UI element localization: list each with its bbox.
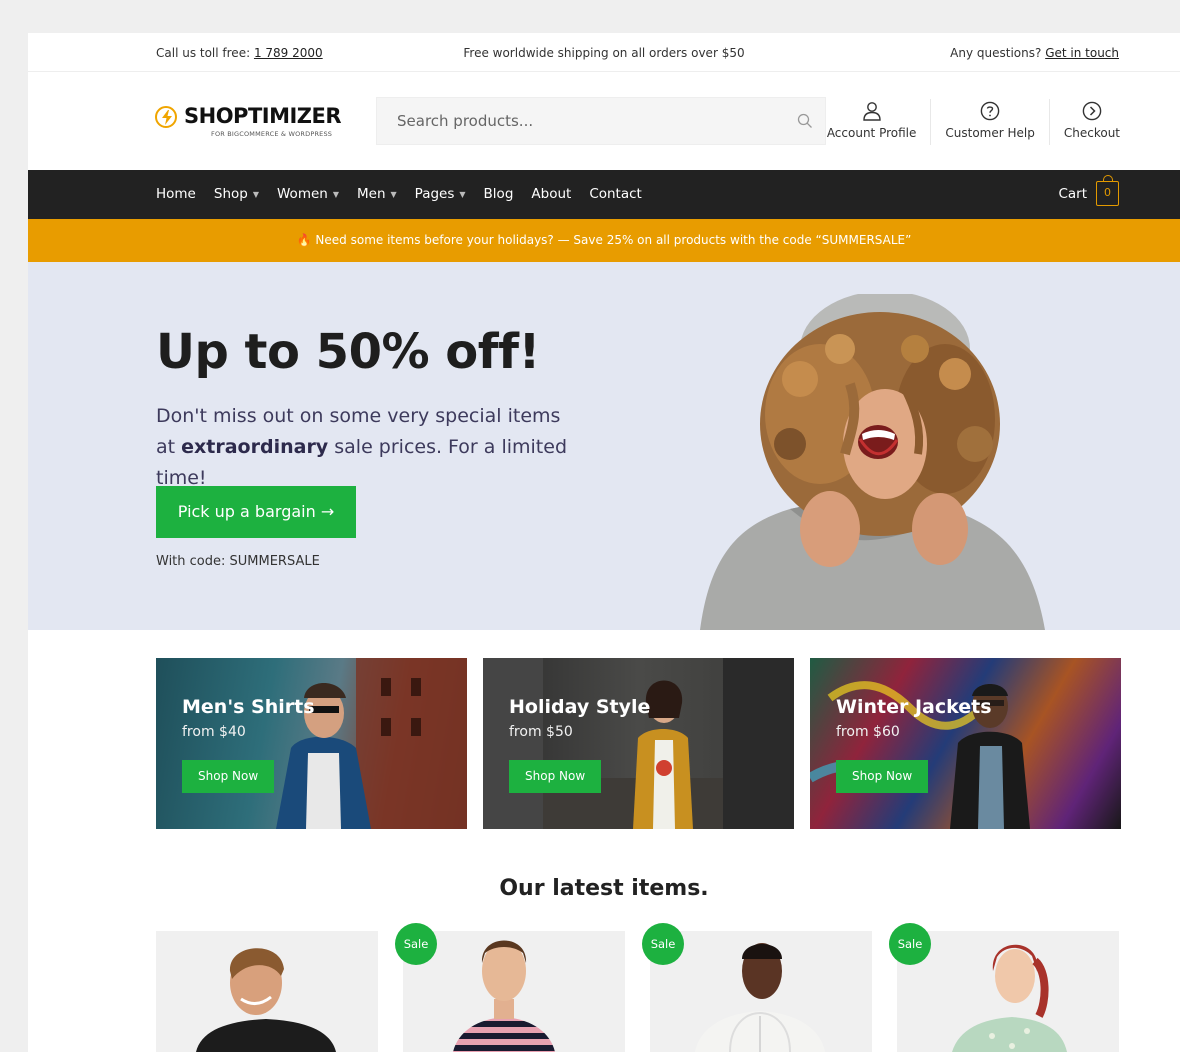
shop-now-button[interactable]: Shop Now xyxy=(509,760,602,793)
customer-help-link[interactable]: Customer Help xyxy=(930,99,1048,145)
chevron-down-icon: ▼ xyxy=(459,189,466,199)
main-nav: Home Shop ▼ Women ▼ Men ▼ Pages ▼ Blog About… xyxy=(28,170,1180,219)
hero-model-image xyxy=(700,294,1045,630)
chevron-down-icon: ▼ xyxy=(332,189,339,199)
nav-label: Blog xyxy=(483,186,514,202)
promo-banner: 🔥 Need some items before your holidays? … xyxy=(28,219,1180,262)
promo-code-text: With code: SUMMERSALE xyxy=(156,554,320,569)
category-cards: Men's Shirts from $40 Shop Now Holiday S… xyxy=(156,658,1121,829)
card-price: from $50 xyxy=(509,724,573,740)
hero-description: Don't miss out on some very special item… xyxy=(156,401,576,494)
nav-label: Home xyxy=(156,186,196,202)
logo-name: SHOPTIMIZER xyxy=(184,104,342,128)
account-profile-link[interactable]: Account Profile xyxy=(813,99,931,145)
shop-now-button[interactable]: Shop Now xyxy=(836,760,929,793)
search-icon[interactable] xyxy=(797,113,813,133)
product-image xyxy=(196,948,336,1052)
cart-label: Cart xyxy=(1058,185,1087,202)
questions: Any questions? Get in touch xyxy=(950,46,1119,60)
checkout-label: Checkout xyxy=(1063,126,1120,140)
nav-label: Women xyxy=(277,186,328,202)
nav-label: About xyxy=(531,186,572,202)
card-title: Winter Jackets xyxy=(836,696,992,718)
product-card[interactable]: Sale xyxy=(395,923,625,1052)
card-price: from $40 xyxy=(182,724,246,740)
nav-item-blog[interactable]: Blog xyxy=(484,186,514,202)
chevron-down-icon: ▼ xyxy=(252,189,259,199)
top-bar: Call us toll free: 1 789 2000 Free world… xyxy=(28,33,1180,72)
logo[interactable]: SHOPTIMIZER FOR BIGCOMMERCE & WORDPRESS xyxy=(155,104,342,139)
nav-item-men[interactable]: Men ▼ xyxy=(357,186,397,202)
cart-button[interactable]: Cart 0 xyxy=(1058,175,1119,206)
category-card-winter-jackets[interactable]: Winter Jackets from $60 Shop Now xyxy=(810,658,1121,829)
site-header: SHOPTIMIZER FOR BIGCOMMERCE & WORDPRESS … xyxy=(28,72,1180,170)
winter-jackets-photo xyxy=(810,658,1121,829)
nav-label: Shop xyxy=(213,186,248,202)
pick-up-bargain-button[interactable]: Pick up a bargain → xyxy=(156,486,356,538)
product-card[interactable]: Sale xyxy=(642,923,872,1052)
search-input[interactable] xyxy=(377,98,777,144)
cart-count: 0 xyxy=(1104,186,1111,199)
nav-item-pages[interactable]: Pages ▼ xyxy=(415,186,466,202)
sale-badge: Sale xyxy=(642,923,684,965)
card-title: Holiday Style xyxy=(509,696,651,718)
sale-badge: Sale xyxy=(395,923,437,965)
bolt-icon xyxy=(155,106,177,128)
customer-help-label: Customer Help xyxy=(945,126,1035,140)
nav-item-women[interactable]: Women ▼ xyxy=(277,186,339,202)
product-card[interactable]: Sale xyxy=(889,923,1119,1052)
card-price: from $60 xyxy=(836,724,900,740)
latest-items-heading: Our latest items. xyxy=(499,876,709,901)
user-icon xyxy=(862,102,881,121)
nav-menu: Home Shop ▼ Women ▼ Men ▼ Pages ▼ Blog About… xyxy=(156,186,660,202)
search-box xyxy=(376,97,826,145)
hero-section: Up to 50% off! Don't miss out on some ve… xyxy=(28,262,1180,630)
nav-item-contact[interactable]: Contact xyxy=(589,186,642,202)
nav-label: Contact xyxy=(589,186,642,202)
questions-label: Any questions? xyxy=(950,46,1042,60)
page: Call us toll free: 1 789 2000 Free world… xyxy=(28,33,1180,1052)
account-profile-label: Account Profile xyxy=(826,126,917,140)
nav-label: Men xyxy=(357,186,386,202)
nav-item-about[interactable]: About xyxy=(531,186,571,202)
nav-item-shop[interactable]: Shop ▼ xyxy=(214,186,259,202)
nav-label: Pages xyxy=(414,186,455,202)
arrow-circle-icon xyxy=(1082,101,1102,121)
help-icon xyxy=(980,101,1000,121)
category-card-mens-shirts[interactable]: Men's Shirts from $40 Shop Now xyxy=(156,658,467,829)
get-in-touch-link[interactable]: Get in touch xyxy=(1045,46,1119,60)
hero-heading: Up to 50% off! xyxy=(156,324,540,380)
shop-now-button[interactable]: Shop Now xyxy=(182,760,275,793)
product-card[interactable] xyxy=(156,931,378,1052)
mens-shirts-photo xyxy=(276,658,467,829)
card-title: Men's Shirts xyxy=(182,696,315,718)
chevron-down-icon: ▼ xyxy=(390,189,397,199)
logo-tagline: FOR BIGCOMMERCE & WORDPRESS xyxy=(211,130,333,138)
sale-badge: Sale xyxy=(889,923,931,965)
header-links: Account Profile Customer Help Checkout xyxy=(813,99,1120,145)
hero-desc-bold: extraordinary xyxy=(181,436,329,458)
checkout-link[interactable]: Checkout xyxy=(1048,99,1120,145)
category-card-holiday-style[interactable]: Holiday Style from $50 Shop Now xyxy=(483,658,794,829)
holiday-style-photo xyxy=(483,658,794,829)
nav-item-home[interactable]: Home xyxy=(156,186,196,202)
cart-bag-icon: 0 xyxy=(1096,175,1119,206)
product-grid: Sale Sale Sale xyxy=(156,923,1119,1052)
